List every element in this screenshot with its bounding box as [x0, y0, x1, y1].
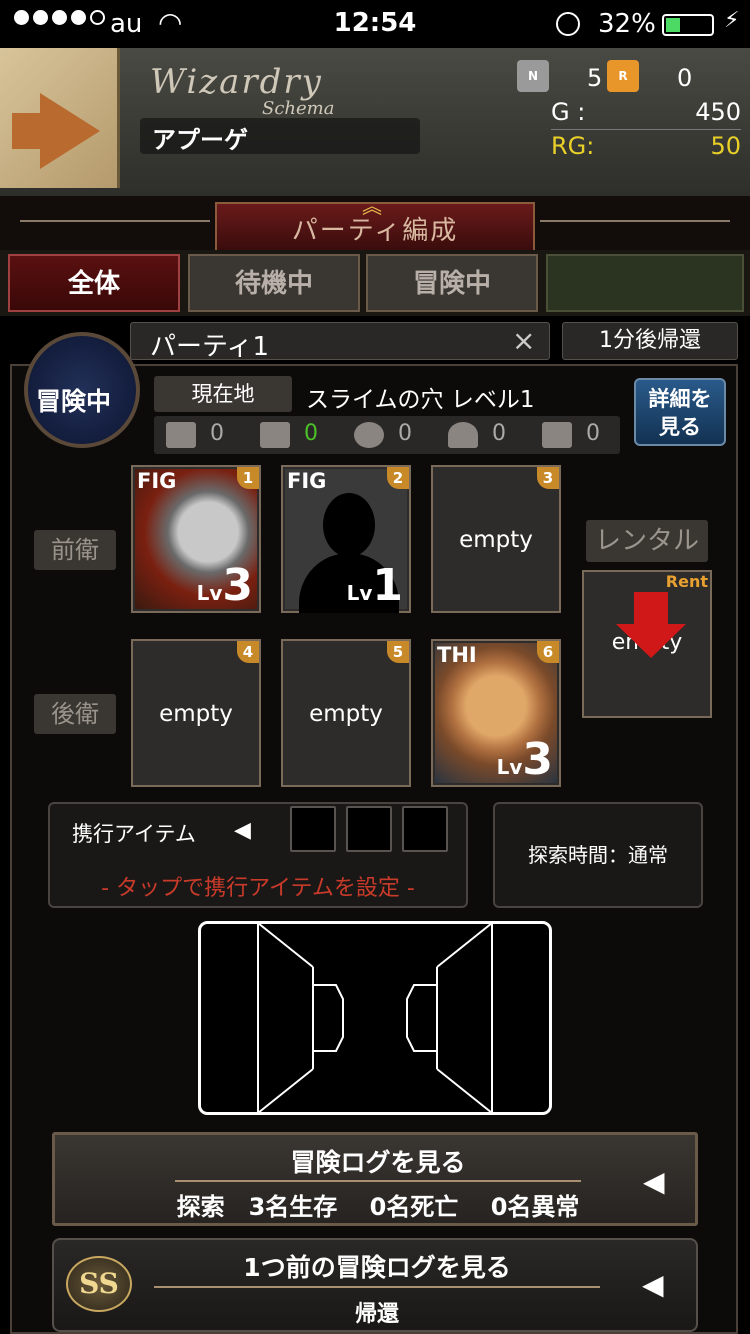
bell-count: 0	[492, 421, 506, 446]
hot-spring-icon	[542, 422, 572, 448]
slot-empty-label: empty	[159, 701, 233, 727]
treasure-chest-icon	[260, 422, 290, 448]
rotation-lock-icon	[556, 12, 580, 36]
divider	[154, 1286, 600, 1288]
previous-log-result: 帰還	[354, 1302, 399, 1327]
currency-panel: N 5 R 0 G : 450 RG: 50	[505, 58, 745, 168]
divider	[175, 1180, 581, 1182]
slot-number: 4	[237, 641, 259, 663]
battery-icon	[662, 14, 714, 36]
rent-badge: Rent	[665, 572, 708, 591]
player-name: アプーゲ	[152, 126, 248, 154]
carried-items-arrow-icon[interactable]: ◀	[234, 818, 251, 843]
n-ticket-icon: N	[517, 60, 549, 92]
party-slot-5[interactable]: 5 empty	[281, 639, 411, 787]
game-logo-subtitle: Schema	[262, 98, 335, 119]
previous-log-title: 1つ前の冒険ログを見る	[243, 1253, 511, 1282]
slot-class: THI	[437, 643, 477, 667]
view-adventure-log-button[interactable]: 冒険ログを見る 探索 3名生存 0名死亡 0名異常 ◀	[52, 1132, 698, 1226]
title-bar: ︽ パーティ編成	[0, 194, 750, 250]
trap-count: 0	[398, 421, 412, 446]
chevron-left-icon: ◀	[642, 1268, 664, 1301]
party-slot-3[interactable]: 3 empty	[431, 465, 561, 613]
monster-icon	[166, 422, 196, 448]
slot-empty-label: empty	[459, 527, 533, 553]
location-value: スライムの穴 レベル1	[306, 387, 535, 413]
menu-arrow-icon[interactable]	[12, 113, 42, 149]
item-slot-2[interactable]	[346, 806, 392, 852]
explore-time-button[interactable]: 探索時間：通常	[493, 802, 703, 908]
r-ticket-count: 0	[677, 64, 693, 92]
tab-waiting[interactable]: 待機中	[188, 254, 360, 312]
rental-label: レンタル	[586, 520, 708, 562]
trap-ring-icon	[354, 422, 384, 448]
party-slot-1[interactable]: FIG 1 Lv3	[131, 465, 261, 613]
n-ticket-count: 5	[587, 64, 603, 92]
charging-icon: ⚡	[724, 8, 740, 33]
tab-all[interactable]: 全体	[8, 254, 180, 312]
party-name[interactable]: パーティ1	[150, 326, 269, 363]
spring-count: 0	[586, 421, 600, 446]
dungeon-view	[198, 921, 552, 1115]
menu-parchment[interactable]	[0, 48, 120, 188]
slot-number: 5	[387, 641, 409, 663]
gold-value: 450	[695, 98, 741, 126]
ornament-right	[540, 220, 730, 222]
party-slot-4[interactable]: 4 empty	[131, 639, 261, 787]
slot-empty-label: empty	[309, 701, 383, 727]
details-button-line1: 詳細を	[648, 387, 712, 411]
slot-level: Lv1	[346, 560, 403, 611]
bell-icon	[448, 422, 478, 448]
status-bar: au ◠ 12:54 32% ⚡	[0, 0, 750, 48]
page-title: パーティ編成	[291, 216, 459, 246]
treasure-count: 0	[304, 421, 318, 446]
adventure-log-summary: 探索 3名生存 0名死亡 0名異常	[176, 1193, 580, 1221]
item-slot-3[interactable]	[402, 806, 448, 852]
back-row-label: 後衛	[34, 694, 116, 734]
slot-number: 3	[537, 467, 559, 489]
slot-number: 2	[387, 467, 409, 489]
r-ticket-icon: R	[607, 60, 639, 92]
gold-label: G :	[551, 98, 586, 126]
battery-percent: 32%	[598, 9, 656, 39]
encounter-counters: 0 0 0 0 0	[154, 416, 620, 454]
slot-level: Lv3	[196, 560, 253, 611]
details-button[interactable]: 詳細を 見る	[634, 378, 726, 446]
location-label: 現在地	[154, 376, 292, 412]
slot-class: FIG	[287, 469, 327, 493]
view-previous-log-button[interactable]: SS 1つ前の冒険ログを見る 帰還 ◀	[52, 1238, 698, 1332]
header: Wizardry Schema アプーゲ N 5 R 0 G : 450 RG:…	[0, 48, 750, 196]
menu-arrow-head[interactable]	[40, 93, 100, 169]
monster-count: 0	[210, 421, 224, 446]
rental-slot[interactable]: Rent empty	[582, 570, 712, 718]
game-logo: Wizardry	[150, 62, 323, 102]
ornament-left	[20, 220, 210, 222]
slot-class: FIG	[137, 469, 177, 493]
party-slot-6[interactable]: THI 6 Lv3	[431, 639, 561, 787]
front-row-label: 前衛	[34, 530, 116, 570]
gold-row: G : 450	[551, 98, 741, 130]
return-timer-button[interactable]: 1分後帰還	[562, 322, 738, 360]
rg-value: 50	[710, 132, 741, 160]
party-slot-2[interactable]: FIG 2 Lv1	[281, 465, 411, 613]
carried-items-hint[interactable]: - タップで携行アイテムを設定 -	[48, 870, 468, 902]
adventure-log-title: 冒険ログを見る	[290, 1148, 466, 1177]
chevron-left-icon: ◀	[643, 1165, 665, 1198]
item-slot-1[interactable]	[290, 806, 336, 852]
status-badge-label: 冒険中	[36, 387, 112, 416]
tab-bar: 全体 待機中 冒険中	[0, 250, 750, 316]
clear-party-name-icon[interactable]: ×	[512, 324, 535, 357]
carried-items-title: 携行アイテム	[72, 822, 196, 846]
tab-adventuring[interactable]: 冒険中	[366, 254, 538, 312]
details-button-line2: 見る	[659, 415, 701, 439]
slot-level: Lv3	[496, 734, 553, 785]
tab-bar-decoration	[546, 254, 744, 312]
rg-label: RG:	[551, 132, 595, 160]
slot-number: 1	[237, 467, 259, 489]
slot-number: 6	[537, 641, 559, 663]
